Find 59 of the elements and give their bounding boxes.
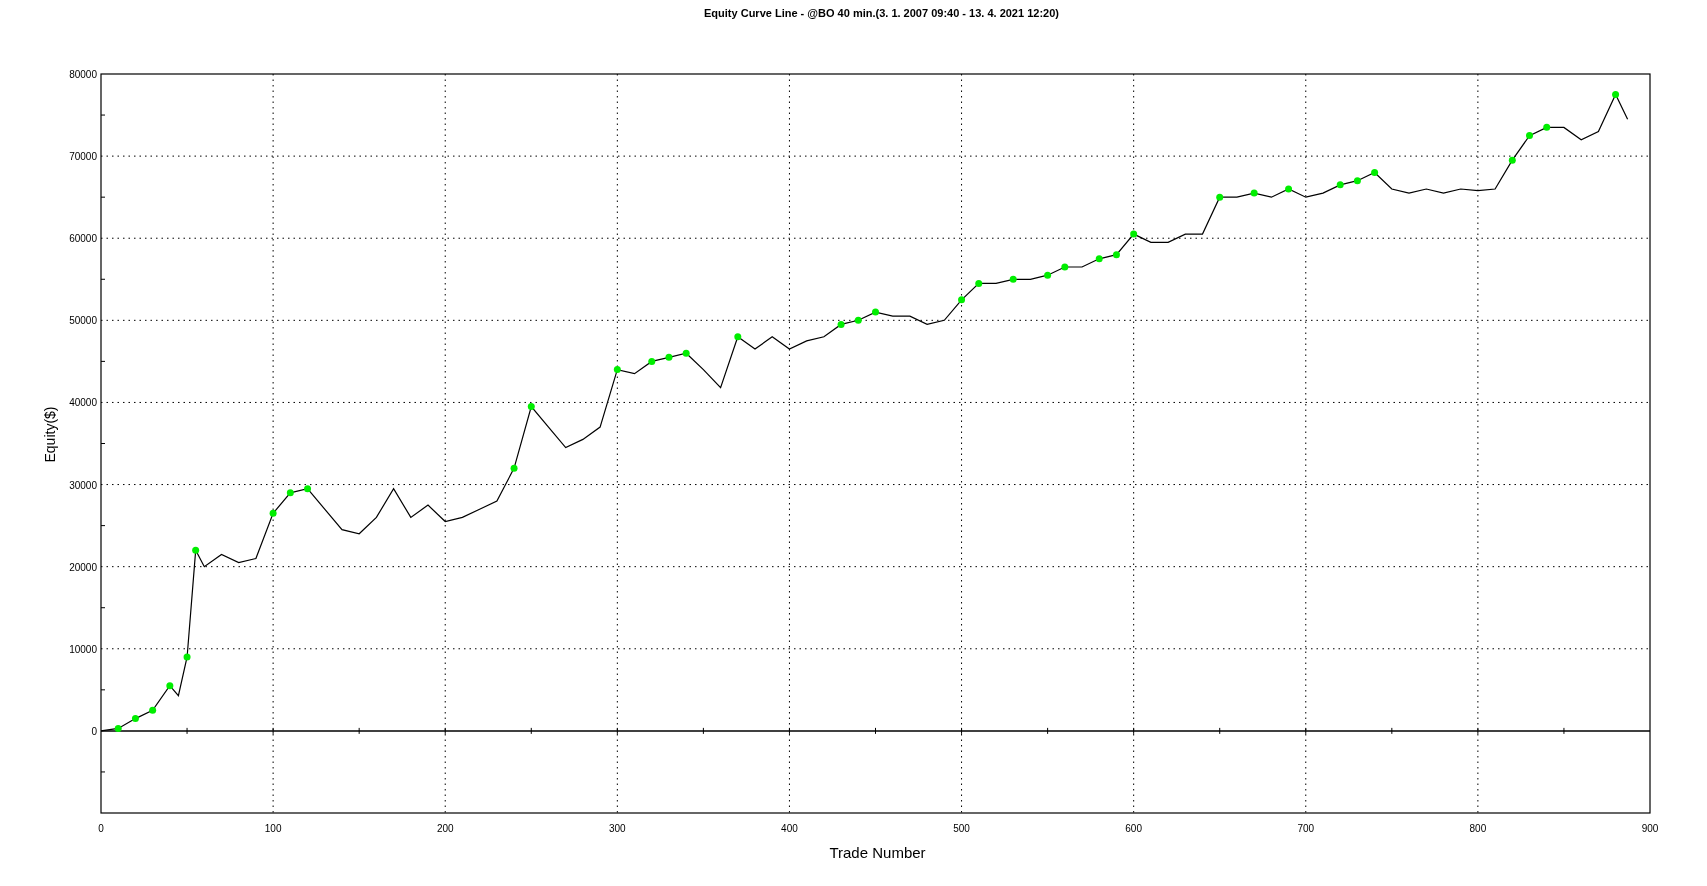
new-high-marker: [1130, 230, 1138, 238]
new-high-marker: [192, 546, 200, 554]
tick-label: 500: [953, 823, 970, 834]
new-high-marker: [149, 706, 157, 714]
new-high-marker: [1009, 275, 1017, 283]
tick-label: 400: [781, 823, 798, 834]
tick-label: 600: [1125, 823, 1142, 834]
new-high-marker: [665, 353, 673, 361]
tick-label: 700: [1297, 823, 1315, 834]
new-high-marker: [958, 296, 966, 304]
tick-label: 30000: [69, 479, 97, 491]
tick-label: 50000: [69, 315, 97, 327]
new-high-marker: [613, 366, 621, 374]
tick-label: 200: [436, 823, 454, 834]
new-high-marker: [1044, 271, 1052, 279]
tick-label: 0: [98, 823, 104, 834]
new-high-marker: [527, 403, 535, 411]
tick-label: 40000: [69, 397, 97, 409]
new-high-marker: [269, 509, 277, 517]
tick-label: 60000: [69, 233, 97, 245]
new-high-marker: [682, 349, 690, 357]
new-high-marker: [1543, 123, 1551, 131]
new-high-marker: [1095, 255, 1103, 263]
new-high-marker: [1250, 189, 1258, 197]
tick-label: 300: [609, 823, 626, 834]
new-high-marker: [854, 316, 862, 324]
new-high-marker: [734, 333, 742, 341]
new-high-marker: [975, 279, 983, 287]
tick-label: 800: [1469, 823, 1487, 834]
tick-label: 900: [1641, 823, 1659, 834]
new-high-marker: [304, 485, 312, 493]
new-high-marker: [286, 489, 294, 497]
y-axis-label: Equity($): [42, 406, 58, 463]
chart-title: Equity Curve Line - @BO 40 min.(3. 1. 2007 09:40 - 13. 4. 2021 12:20): [704, 7, 1059, 19]
new-high-marker: [648, 357, 656, 365]
tick-label: 0: [91, 725, 97, 737]
tick-label: 70000: [69, 151, 97, 163]
new-high-marker: [131, 715, 139, 723]
new-high-marker: [114, 724, 122, 732]
tick-label: 20000: [69, 561, 97, 573]
new-high-marker: [1508, 156, 1516, 164]
new-high-marker: [1285, 185, 1293, 193]
new-high-marker: [166, 682, 174, 690]
new-high-marker: [872, 308, 879, 316]
new-high-marker: [1216, 193, 1224, 201]
new-high-marker: [1061, 263, 1069, 271]
new-high-marker: [1612, 91, 1620, 99]
new-high-marker: [183, 653, 191, 661]
new-high-marker: [1353, 177, 1361, 185]
new-high-marker: [510, 464, 518, 472]
new-high-marker: [1336, 181, 1344, 189]
tick-label: 100: [264, 823, 282, 834]
tick-label: 80000: [69, 69, 97, 80]
tick-label: 10000: [69, 643, 97, 655]
new-high-marker: [837, 320, 845, 328]
new-high-marker: [1526, 132, 1533, 140]
new-high-marker: [1371, 169, 1379, 177]
new-high-marker: [1112, 251, 1120, 259]
x-axis-label: Trade Number: [829, 844, 926, 861]
